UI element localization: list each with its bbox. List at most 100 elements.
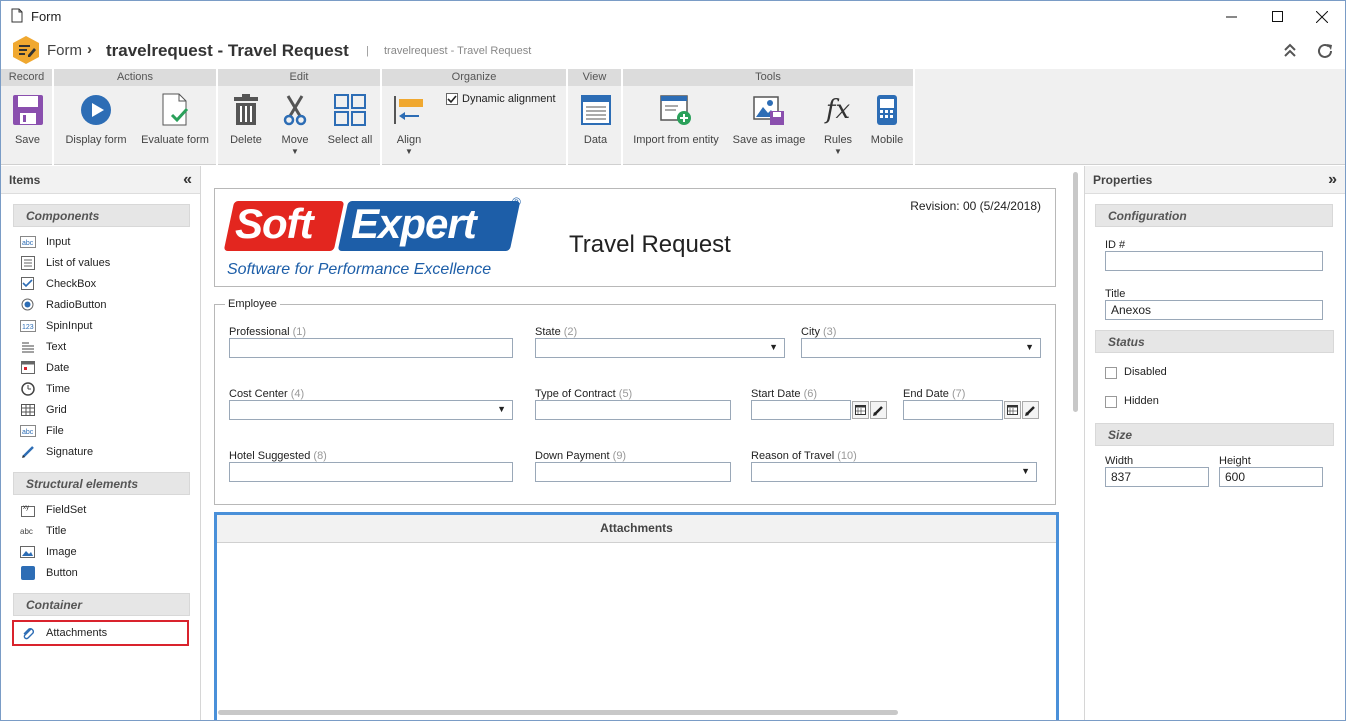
mobile-label: Mobile — [870, 134, 904, 146]
label-reason-of-travel: Reason of Travel (10) — [751, 450, 857, 462]
clear-brush-icon[interactable] — [870, 401, 887, 419]
section-size: Size — [1095, 423, 1334, 446]
dynamic-alignment-checkbox[interactable]: Dynamic alignment — [446, 93, 556, 105]
maximize-button[interactable] — [1254, 1, 1300, 32]
pen-icon — [19, 445, 36, 459]
label-start-date: Start Date (6) — [751, 388, 818, 400]
select-all-button[interactable]: Select all — [324, 93, 376, 146]
form-header-box[interactable]: Soft Expert ® Software for Performance E… — [214, 188, 1056, 287]
ribbon-group-actions: Actions Display form Evaluate form — [54, 69, 218, 165]
item-spininput[interactable]: 123 SpinInput — [19, 315, 200, 336]
checkbox-checked-icon — [446, 93, 458, 105]
grid-select-icon — [324, 93, 376, 127]
form-heading: Travel Request — [569, 231, 731, 258]
width-input[interactable]: 837 — [1105, 467, 1209, 487]
item-attachments[interactable]: Attachments — [12, 620, 189, 646]
item-label: Image — [46, 545, 77, 558]
hidden-checkbox[interactable] — [1105, 396, 1117, 408]
label-city: City (3) — [801, 326, 837, 338]
breadcrumb-root[interactable]: Form — [47, 42, 82, 59]
save-label: Save — [14, 134, 41, 146]
item-fieldset[interactable]: xy FieldSet — [19, 499, 200, 520]
display-form-button[interactable]: Display form — [62, 93, 130, 146]
label-end-date: End Date (7) — [903, 388, 966, 400]
item-label: RadioButton — [46, 298, 107, 311]
item-list-of-values[interactable]: List of values — [19, 252, 200, 273]
employee-fieldset[interactable]: Employee Professional (1) State (2) City… — [214, 298, 1056, 505]
mobile-button[interactable]: Mobile — [867, 93, 907, 146]
import-from-entity-button[interactable]: Import from entity — [631, 93, 721, 146]
item-grid[interactable]: Grid — [19, 399, 200, 420]
logo-brand-left: Soft — [235, 200, 314, 247]
item-checkbox[interactable]: CheckBox — [19, 273, 200, 294]
button-icon — [19, 565, 36, 580]
item-radiobutton[interactable]: RadioButton — [19, 294, 200, 315]
item-input[interactable]: abc Input — [19, 231, 200, 252]
delete-label: Delete — [230, 134, 262, 146]
end-date-input[interactable] — [903, 400, 1003, 420]
attachments-title: Attachments — [217, 515, 1056, 543]
data-label: Data — [583, 134, 608, 146]
item-time[interactable]: Time — [19, 378, 200, 399]
evaluate-form-button[interactable]: Evaluate form — [138, 93, 212, 146]
fieldset-legend: Employee — [225, 298, 280, 310]
close-button[interactable] — [1299, 1, 1345, 32]
align-button[interactable]: Align ▼ — [392, 93, 426, 157]
city-select[interactable] — [801, 338, 1041, 358]
function-fx-icon: fx — [825, 95, 851, 125]
save-as-image-button[interactable]: Save as image — [729, 93, 809, 146]
refresh-icon[interactable] — [1316, 42, 1334, 60]
section-structural: Structural elements — [13, 472, 190, 495]
text-icon — [19, 340, 36, 354]
item-date[interactable]: Date — [19, 357, 200, 378]
item-signature[interactable]: Signature — [19, 441, 200, 462]
item-file[interactable]: abc File — [19, 420, 200, 441]
title-input[interactable]: Anexos — [1105, 300, 1323, 320]
collapse-right-icon[interactable]: » — [1328, 166, 1337, 194]
calendar-icon[interactable] — [852, 401, 869, 419]
item-title[interactable]: abc Title — [19, 520, 200, 541]
items-panel: Items « Components abc Input List of val… — [1, 166, 201, 720]
item-button[interactable]: Button — [19, 562, 200, 583]
hotel-suggested-input[interactable] — [229, 462, 513, 482]
state-select[interactable] — [535, 338, 785, 358]
rules-button[interactable]: fx Rules ▼ — [819, 93, 857, 157]
item-label: File — [46, 424, 64, 437]
scissors-icon — [276, 93, 314, 127]
properties-panel-header: Properties » — [1085, 166, 1345, 194]
move-button[interactable]: Move ▼ — [276, 93, 314, 157]
reason-of-travel-select[interactable] — [751, 462, 1037, 482]
calendar-icon — [19, 361, 36, 375]
logo-tagline: Software for Performance Excellence — [227, 261, 492, 278]
horizontal-scrollbar[interactable] — [218, 710, 898, 715]
save-button[interactable]: Save — [1, 93, 54, 146]
collapse-left-icon[interactable]: « — [183, 166, 192, 194]
group-title: Actions — [54, 69, 216, 86]
minimize-button[interactable] — [1208, 1, 1254, 32]
cost-center-select[interactable] — [229, 400, 513, 420]
ribbon-group-organize: Organize Align ▼ Dynamic alignment — [382, 69, 568, 165]
ribbon-group-tools: Tools Import from entity Save as image f… — [623, 69, 915, 165]
delete-button[interactable]: Delete — [226, 93, 266, 146]
section-components: Components — [13, 204, 190, 227]
type-of-contract-input[interactable] — [535, 400, 731, 420]
item-text[interactable]: Text — [19, 336, 200, 357]
collapse-up-icon[interactable] — [1283, 42, 1301, 60]
id-input[interactable] — [1105, 251, 1323, 271]
dropdown-caret-icon: ▼ — [405, 147, 413, 156]
disabled-checkbox[interactable] — [1105, 367, 1117, 379]
clear-brush-icon[interactable] — [1022, 401, 1039, 419]
down-payment-input[interactable] — [535, 462, 731, 482]
item-image[interactable]: Image — [19, 541, 200, 562]
data-button[interactable]: Data — [568, 93, 623, 146]
vertical-scrollbar[interactable] — [1073, 172, 1078, 412]
header: Form › travelrequest - Travel Request | … — [1, 32, 1345, 69]
professional-input[interactable] — [229, 338, 513, 358]
label-down-payment: Down Payment (9) — [535, 450, 627, 462]
start-date-input[interactable] — [751, 400, 851, 420]
calendar-icon[interactable] — [1004, 401, 1021, 419]
structural-list: xy FieldSet abc Title Image Button — [19, 499, 200, 583]
height-input[interactable]: 600 — [1219, 467, 1323, 487]
attachments-container[interactable]: Attachments — [214, 512, 1059, 720]
page-subtitle: travelrequest - Travel Request — [384, 45, 532, 57]
